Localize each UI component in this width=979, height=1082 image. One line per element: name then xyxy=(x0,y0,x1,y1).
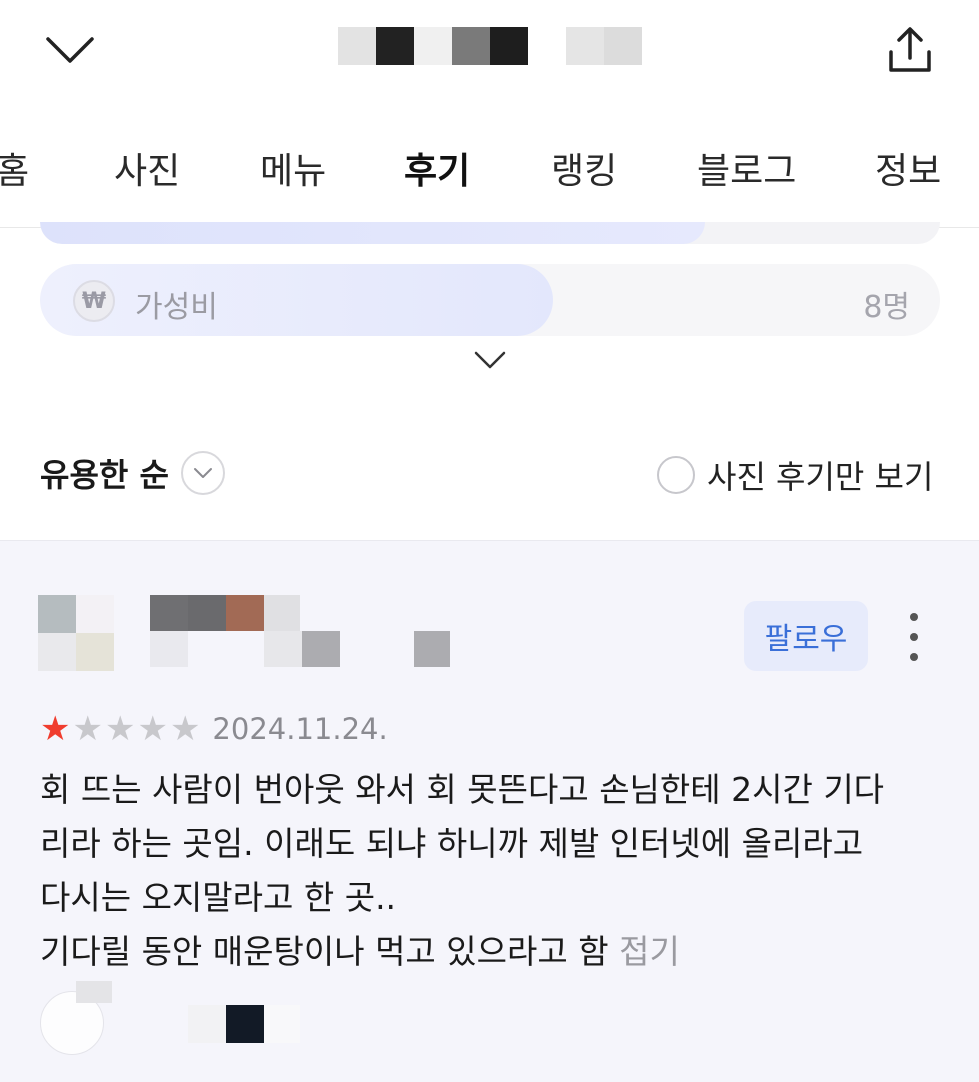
review-date: 2024.11.24. xyxy=(212,712,388,746)
star-empty-icon: ★ xyxy=(72,709,103,749)
fold-button[interactable]: 접기 xyxy=(619,932,680,971)
keyword-label: 가성비 xyxy=(135,290,218,325)
tab-photos[interactable]: 사진 xyxy=(114,142,180,194)
more-dot xyxy=(910,653,918,661)
expand-keywords-button[interactable] xyxy=(470,344,510,376)
chevron-down-icon xyxy=(180,451,225,495)
sort-label: 유용한 순 xyxy=(40,456,169,494)
review-text-line: 리라 하는 곳임. 이래도 되냐 하니까 제발 인터넷에 올리라고 xyxy=(40,824,864,863)
review-text-line: 다시는 오지말라고 한 곳.. xyxy=(40,878,397,917)
keyword-bar-fill xyxy=(40,264,553,336)
rating-row: ★ ★ ★ ★ ★ 2024.11.24. xyxy=(40,707,388,751)
review-text-last: 기다릴 동안 매운탕이나 먹고 있으라고 함 xyxy=(40,932,609,971)
review-item: 팔로우 ★ ★ ★ ★ ★ 2024.11.24. 회 뜨는 사람이 번아웃 와서 회 … xyxy=(0,540,979,1082)
collapse-button[interactable] xyxy=(40,22,100,78)
keyword-bar: ₩ 가성비 8명 xyxy=(40,264,940,336)
chevron-down-icon xyxy=(46,37,94,63)
store-title-pixelated xyxy=(338,27,642,65)
photo-review-filter[interactable]: 사진 후기만 보기 xyxy=(657,452,933,498)
review-text-line: 회 뜨는 사람이 번아웃 와서 회 못뜬다고 손님한테 2시간 기다 xyxy=(40,770,885,809)
chevron-down-icon xyxy=(474,351,506,369)
tab-home[interactable]: 홈 xyxy=(0,142,29,194)
share-button[interactable] xyxy=(880,18,940,80)
star-empty-icon: ★ xyxy=(169,709,201,749)
keyword-count: 8명 xyxy=(863,290,910,325)
more-dot xyxy=(910,633,918,641)
review-text-line: 기다릴 동안 매운탕이나 먹고 있으라고 함 접기 xyxy=(40,925,945,979)
avatar xyxy=(38,595,114,671)
sort-dropdown[interactable]: 유용한 순 xyxy=(40,450,225,496)
reaction-avatars-pixelated xyxy=(40,981,300,1061)
more-dot xyxy=(910,613,918,621)
share-icon xyxy=(889,27,931,72)
keyword-bar-fill xyxy=(40,222,705,244)
won-icon: ₩ xyxy=(73,280,115,322)
more-options-button[interactable] xyxy=(896,613,932,661)
tab-info[interactable]: 정보 xyxy=(875,142,941,194)
follow-button[interactable]: 팔로우 xyxy=(744,601,868,671)
keyword-bar-partial xyxy=(40,222,940,244)
star-empty-icon: ★ xyxy=(104,709,136,749)
tab-menu[interactable]: 메뉴 xyxy=(260,142,326,194)
star-filled-icon: ★ xyxy=(40,709,71,749)
tab-bar: 홈 사진 메뉴 후기 랭킹 블로그 정보 xyxy=(0,120,979,228)
star-empty-icon: ★ xyxy=(137,709,168,749)
reviewer-name-pixelated xyxy=(150,595,490,671)
review-text: 회 뜨는 사람이 번아웃 와서 회 못뜬다고 손님한테 2시간 기다 리라 하는… xyxy=(40,763,945,979)
photo-filter-label: 사진 후기만 보기 xyxy=(707,458,934,496)
review-page: 홈 사진 메뉴 후기 랭킹 블로그 정보 ₩ 가성비 8명 유용한 순 사진 후… xyxy=(0,0,979,1082)
star-rating: ★ ★ ★ ★ ★ xyxy=(40,712,202,746)
tab-blog[interactable]: 블로그 xyxy=(697,142,796,194)
tab-reviews[interactable]: 후기 xyxy=(404,142,470,194)
photo-filter-radio[interactable] xyxy=(657,456,695,494)
tab-ranking[interactable]: 랭킹 xyxy=(551,142,617,194)
top-bar xyxy=(0,0,979,100)
